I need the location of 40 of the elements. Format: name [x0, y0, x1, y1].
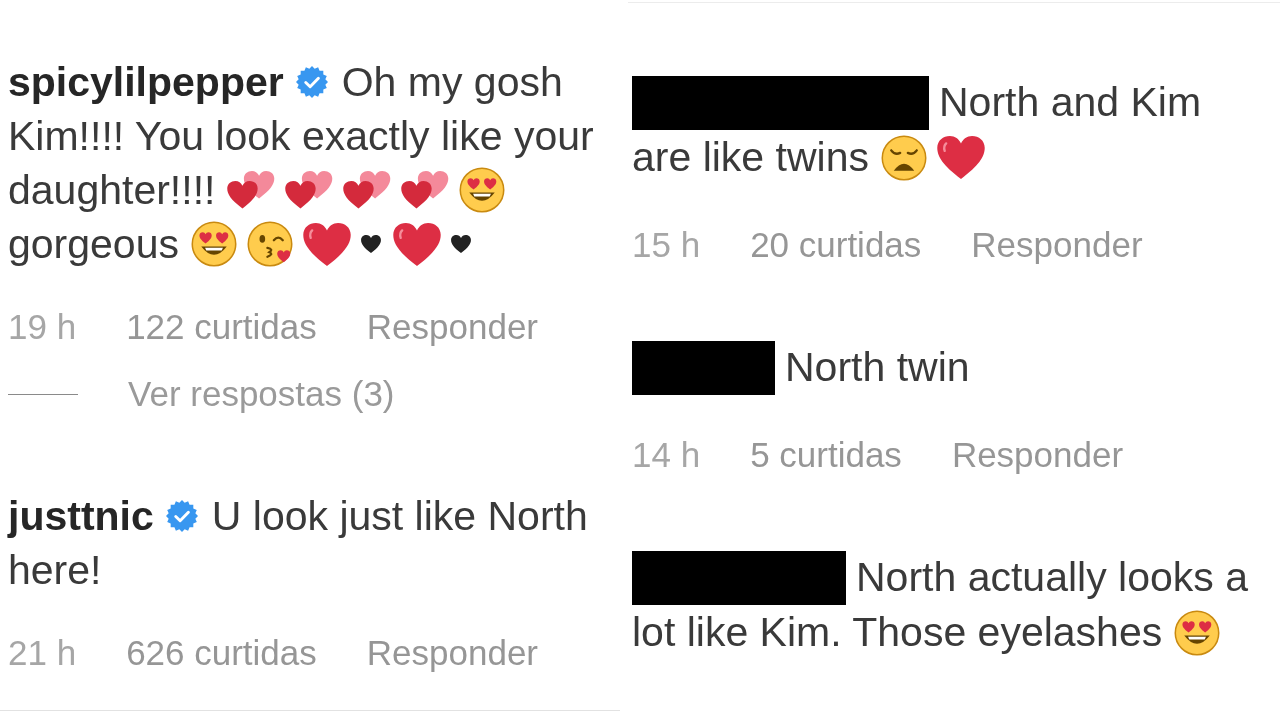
- two-hearts-icon: [343, 171, 392, 209]
- small-heart-emoji-icon: [450, 235, 471, 253]
- heart-emoji-icon: [392, 222, 441, 266]
- reply-button[interactable]: Responder: [971, 225, 1143, 265]
- comment-text: North and Kim: [939, 78, 1202, 127]
- comment-time: 19 h: [8, 307, 77, 347]
- comment-text: daughter!!!!: [8, 166, 216, 215]
- reply-button[interactable]: Responder: [951, 435, 1124, 475]
- two-hearts-icon: [401, 171, 450, 209]
- reply-button[interactable]: Responder: [366, 307, 539, 347]
- comment-text: North actually looks a: [856, 553, 1248, 602]
- comment-text: gorgeous: [8, 220, 179, 269]
- comment-time: 14 h: [632, 435, 701, 475]
- username-link[interactable]: justtnic: [8, 489, 154, 543]
- two-hearts-icon: [285, 171, 334, 209]
- heart-eyes-emoji-icon: [1174, 609, 1221, 656]
- likes-button[interactable]: 5 curtidas: [750, 435, 902, 475]
- likes-button[interactable]: 626 curtidas: [126, 633, 317, 673]
- comment-text: are like twins: [632, 133, 869, 182]
- two-hearts-icon: [227, 171, 276, 209]
- comment-text: North twin: [785, 343, 970, 392]
- comment-time: 15 h: [632, 225, 701, 265]
- heart-eyes-emoji-icon: [459, 167, 506, 213]
- winking-kiss-emoji-icon: [246, 221, 293, 267]
- comment-text: here!: [8, 546, 102, 595]
- weary-face-emoji-icon: [881, 134, 927, 181]
- small-heart-emoji-icon: [360, 235, 381, 253]
- comment-text: lot like Kim. Those eyelashes: [632, 608, 1163, 657]
- heart-emoji-icon: [937, 136, 985, 179]
- likes-button[interactable]: 122 curtidas: [126, 307, 317, 347]
- heart-eyes-emoji-icon: [190, 221, 237, 267]
- username-link[interactable]: spicylilpepper: [8, 55, 284, 109]
- comment-text: Oh my gosh: [341, 58, 563, 107]
- comment-text: U look just like North: [211, 492, 588, 541]
- reply-button[interactable]: Responder: [366, 633, 539, 673]
- view-replies-button[interactable]: Ver respostas (3): [8, 374, 395, 414]
- likes-button[interactable]: 20 curtidas: [750, 225, 922, 265]
- comment-time: 21 h: [8, 633, 77, 673]
- comment-text: Kim!!!! You look exactly like your: [8, 112, 594, 161]
- heart-emoji-icon: [302, 222, 351, 266]
